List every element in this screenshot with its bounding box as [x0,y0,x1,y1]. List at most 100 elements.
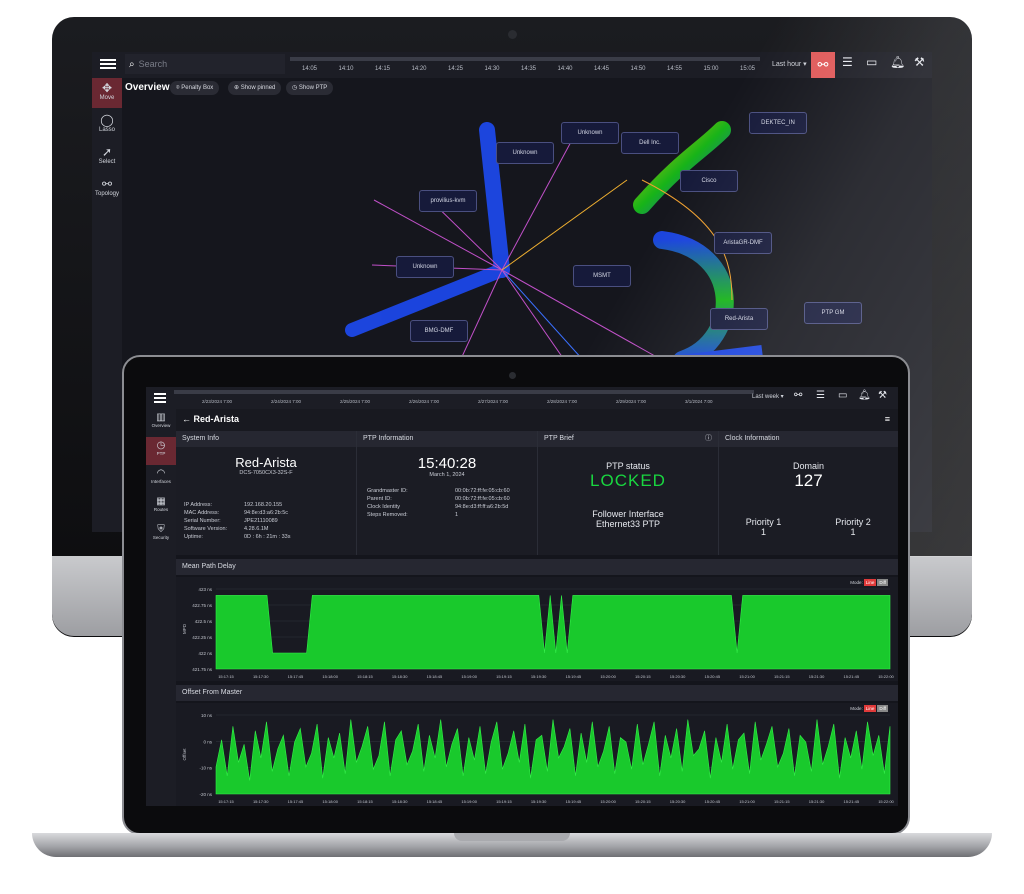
ptp-information-panel: PTP Information 15:40:28 March 1, 2024 G… [357,431,538,555]
panel-header: PTP Brief ⓘ [538,431,718,447]
sidebar-item-overview[interactable]: ▥ Overview [146,409,176,437]
panel-header: PTP Information [357,431,537,447]
show-ptp-chip[interactable]: ◷ Show PTP [286,81,334,95]
mode-line-button[interactable]: Line [863,579,877,586]
mode-diff-button[interactable]: Diff [877,579,888,586]
system-info-panel: System Info Red-Arista DCS-7050CX3-32S-F… [176,431,357,555]
node-dell[interactable]: Dell Inc. [621,132,679,154]
node-red-arista[interactable]: Red-Arista [710,308,768,330]
timeline-tick: 2/27/2024 7:00 [478,399,509,404]
x-tick-label: 15:20:45 [705,674,721,679]
x-tick-label: 15:22:00 [878,674,894,679]
timeline-tick: 2/25/2024 7:00 [340,399,371,404]
chart-mode-toggle[interactable]: Mode: Line Diff [850,579,888,586]
hamburger-menu-icon[interactable] [154,391,166,405]
node-bmg-dmf[interactable]: BMG-DMF [410,320,468,342]
panel-header: Clock Information [719,431,898,447]
x-tick-label: 15:19:30 [531,674,547,679]
back-button[interactable]: ← Red-Arista [182,414,239,424]
chip-label: Show pinned [240,85,276,91]
follower-interface-value: Ethernet33 PTP [595,519,661,529]
node-unknown-1[interactable]: Unknown [561,122,619,144]
sidebar-item-interfaces[interactable]: ◠ Interfaces [146,465,176,493]
timeline-tick: 2/23/2024 7:00 [202,399,233,404]
x-tick-label: 15:17:45 [288,799,304,804]
x-tick-label: 15:19:00 [461,799,477,804]
window-icon[interactable]: ▭ [838,390,847,401]
settings-sliders-icon[interactable]: ≡ [885,414,890,424]
mean-path-delay-chart[interactable]: Mode: Line Diff 423 ns 422.75 ns 422.5 ns 422… [176,577,898,681]
hamburger-menu-icon[interactable] [100,57,116,71]
offset-from-master-chart[interactable]: Mode: Line Diff 10 ns 0 ns -10 ns -20 ns Offse… [176,703,898,806]
timeline-tick: 15:00 [703,66,719,72]
system-info-labels: IP Address: MAC Address: Serial Number: … [184,501,227,541]
uptime-value: 0D : 6h : 21m : 33s [244,534,291,540]
sidebar-item-move[interactable]: ✥ Move [92,78,122,108]
chip-label: Show PTP [298,85,328,91]
monitor-top-bar: ⌕ Search 14:05 14:10 14:15 14:20 14:25 14:30 14… [92,52,932,78]
mode-diff-button[interactable]: Diff [877,705,888,712]
monitor-camera [508,30,517,39]
mode-label: Mode: [850,706,863,711]
x-tick-label: 15:19:15 [496,799,512,804]
priority-1-label: Priority 1 [745,517,782,527]
node-unknown-2[interactable]: Unknown [496,142,554,164]
sidebar-item-security[interactable]: ⛨ Security [146,521,176,549]
time-range-select[interactable]: Last hour ▾ [772,60,807,68]
sidebar-item-routes[interactable]: ▦ Routes [146,493,176,521]
priority-2-value: 1 [850,527,856,537]
system-info-values: 192.168.20.155 94:8e:d3:a6:2b:5c JPE2111… [244,501,290,541]
node-msmt[interactable]: MSMT [573,265,631,287]
node-provilius-kvm[interactable]: provilius-kvm [419,190,477,212]
x-tick-label: 15:19:45 [566,799,582,804]
mode-line-button[interactable]: Line [863,705,877,712]
list-view-icon[interactable]: ☰ [816,390,825,401]
topology-view-button[interactable]: ⚯ [811,52,835,78]
x-tick-label: 15:21:00 [739,799,755,804]
node-dektec[interactable]: DEKTEC_IN [749,112,807,134]
node-ptp-gm[interactable]: PTP GM [804,302,862,324]
wrench-icon[interactable]: ⚒ [878,390,887,401]
y-tick-label: 422.5 ns [195,619,213,624]
y-tick-label: 421.75 ns [192,667,213,672]
clock-identity-label: Clock Identity [367,504,401,510]
priority-1: Priority 1 1 [719,517,808,537]
timeline-tick: 14:10 [338,66,354,72]
arrow-left-icon: ← [182,414,194,424]
serial-label: Serial Number: [184,518,221,524]
timeline-track[interactable] [174,390,754,394]
sidebar-item-ptp[interactable]: ◷ PTP [146,437,176,465]
chart-mode-toggle[interactable]: Mode: Line Diff [850,705,888,712]
x-tick-label: 15:17:15 [218,674,234,679]
sidebar-item-topology[interactable]: ⚯ Topology [92,174,122,204]
node-aristagr-dmf[interactable]: AristaGR-DMF [714,232,772,254]
info-icon[interactable]: ⓘ [705,431,712,447]
sidebar-item-label: Security [152,535,170,540]
x-tick-label: 15:21:15 [774,674,790,679]
priority-2: Priority 2 1 [808,517,898,537]
search-input[interactable]: ⌕ Search [125,54,285,74]
wrench-icon[interactable]: ⚒ [914,55,925,69]
priority-2-label: Priority 2 [835,517,871,527]
timeline-tick: 14:40 [557,66,573,72]
timeline-scrubber[interactable]: 14:05 14:10 14:15 14:20 14:25 14:30 14:35 14:40… [290,54,760,76]
topology-icon[interactable]: ⚯ [794,390,802,401]
list-view-icon[interactable]: ☰ [842,55,853,69]
device-model: DCS-7050CX3-32S-F [239,470,293,476]
sidebar-item-select[interactable]: ➚ Select [92,142,122,172]
node-cisco[interactable]: Cisco [680,170,738,192]
x-tick-label: 15:18:00 [322,799,338,804]
sidebar-item-lasso[interactable]: ◯ Lasso [92,110,122,140]
node-unknown-3[interactable]: Unknown [396,256,454,278]
time-range-select[interactable]: Last week ▾ [752,393,784,400]
penalty-box-chip[interactable]: ⌾ Penalty Box [170,81,220,95]
ptp-status-badge: LOCKED [590,471,666,490]
show-pinned-chip[interactable]: ⊕ Show pinned [228,81,282,95]
uptime-label: Uptime: [184,534,203,540]
software-label: Software Version: [184,526,228,532]
x-tick-label: 15:19:00 [461,674,477,679]
steps-removed-label: Steps Removed: [367,512,408,518]
bell-icon[interactable]: 🔔︎ [890,55,905,69]
bell-icon[interactable]: 🔔︎ [858,390,871,401]
window-icon[interactable]: ▭ [866,55,877,69]
